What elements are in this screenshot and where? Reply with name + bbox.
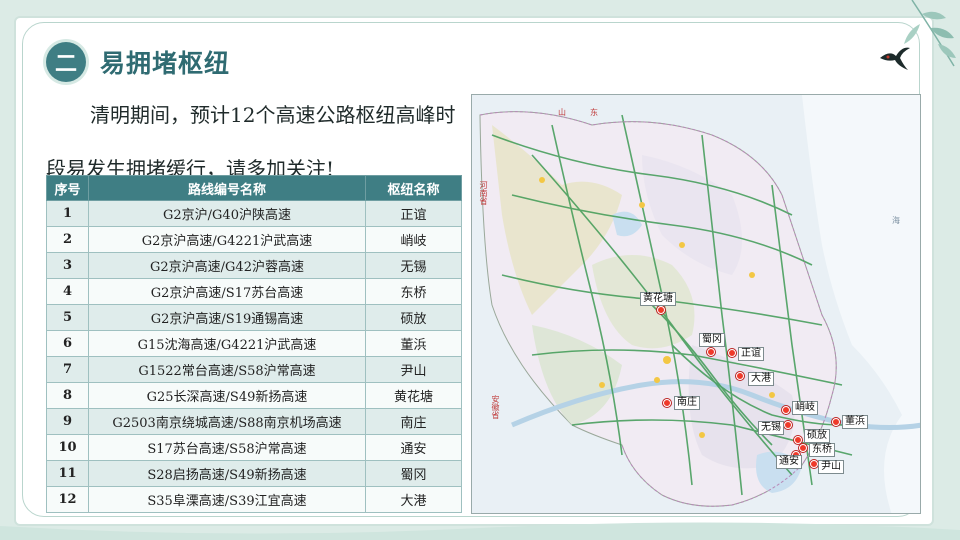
marker-wuxi[interactable] [784,421,792,429]
route-name: G25长深高速/S49新扬高速 [88,382,366,409]
hub-map: 山 东 河南省 安徽省 海 黄花塘 蜀冈 正谊 大港 南庄 峭岐 董浜 无锡 硕… [471,94,921,514]
map-label-qiaoqi: 峭岐 [792,401,818,415]
hub-name: 无锡 [365,252,462,279]
row-number: 9 [46,408,89,435]
map-caption-5: 海 [892,216,900,225]
column-header-hub: 枢纽名称 [365,175,462,201]
row-number: 7 [46,356,89,383]
table-row: 2 G2京沪高速/G4221沪武高速 峭岐 [46,226,462,253]
section-title: 二 易拥堵枢纽 [46,42,230,82]
column-header-no: 序号 [46,175,89,201]
route-name: S17苏台高速/S58沪常高速 [88,434,366,461]
table-row: 9 G2503南京绕城高速/S88南京机场高速 南庄 [46,408,462,435]
map-label-huanghuatang: 黄花塘 [640,292,676,306]
table-row: 4 G2京沪高速/S17苏台高速 东桥 [46,278,462,305]
table-header-row: 序号 路线编号名称 枢纽名称 [46,175,462,201]
map-label-nanzhuang: 南庄 [674,396,700,410]
hub-name: 蜀冈 [365,460,462,487]
route-name: G2京沪/G40沪陕高速 [88,200,366,227]
hub-name: 通安 [365,434,462,461]
map-label-shugang: 蜀冈 [699,333,725,347]
table-row: 5 G2京沪高速/S19通锡高速 硕放 [46,304,462,331]
route-name: G2京沪高速/G42沪蓉高速 [88,252,366,279]
row-number: 8 [46,382,89,409]
route-name: S35阜溧高速/S39江宜高速 [88,486,366,513]
hub-name: 峭岐 [365,226,462,253]
map-label-dongqiao: 东桥 [809,443,835,457]
map-label-shuofang: 硕放 [804,429,830,443]
marker-shuofang[interactable] [794,436,802,444]
table-row: 8 G25长深高速/S49新扬高速 黄花塘 [46,382,462,409]
table-row: 6 G15沈海高速/G4221沪武高速 董浜 [46,330,462,357]
table-row: 3 G2京沪高速/G42沪蓉高速 无锡 [46,252,462,279]
route-name: G1522常台高速/S58沪常高速 [88,356,366,383]
row-number: 1 [46,200,89,227]
table-row: 10 S17苏台高速/S58沪常高速 通安 [46,434,462,461]
route-name: G2京沪高速/S17苏台高速 [88,278,366,305]
map-caption-2: 东 [590,108,598,117]
map-label-tongan: 通安 [776,455,802,469]
hub-name: 南庄 [365,408,462,435]
section-title-text: 易拥堵枢纽 [100,49,231,78]
row-number: 11 [46,460,89,487]
hub-name: 董浜 [365,330,462,357]
marker-dagang[interactable] [736,372,744,380]
marker-nanzhuang[interactable] [663,399,671,407]
map-caption-4: 安徽省 [491,395,500,419]
map-label-dagang: 大港 [748,372,774,386]
map-caption-1: 山 [558,108,566,117]
bottom-wave-decoration [0,522,960,540]
marker-shugang[interactable] [707,348,715,356]
hub-name: 东桥 [365,278,462,305]
hub-name: 正谊 [365,200,462,227]
row-number: 12 [46,486,89,513]
swallow-icon [880,47,910,70]
hub-name: 黄花塘 [365,382,462,409]
row-number: 6 [46,330,89,357]
marker-zhengyi[interactable] [728,349,736,357]
route-name: G15沈海高速/G4221沪武高速 [88,330,366,357]
table-row: 12 S35阜溧高速/S39江宜高速 大港 [46,486,462,513]
row-number: 2 [46,226,89,253]
marker-dongqiao[interactable] [799,444,807,452]
hub-table: 序号 路线编号名称 枢纽名称 1 G2京沪/G40沪陕高速 正谊 2 G2京沪高速/G4… [46,175,462,513]
row-number: 5 [46,304,89,331]
map-label-zhengyi: 正谊 [738,347,764,361]
hub-name: 尹山 [365,356,462,383]
map-label-yinshan: 尹山 [818,460,844,474]
map-caption-3: 河南省 [479,181,488,205]
marker-huanghuatang[interactable] [657,306,665,314]
route-name: G2京沪高速/S19通锡高速 [88,304,366,331]
route-name: G2京沪高速/G4221沪武高速 [88,226,366,253]
table-row: 11 S28启扬高速/S49新扬高速 蜀冈 [46,460,462,487]
row-number: 4 [46,278,89,305]
map-base [472,95,920,513]
marker-qiaoqi[interactable] [782,406,790,414]
marker-dongbang[interactable] [832,418,840,426]
row-number: 10 [46,434,89,461]
table-row: 1 G2京沪/G40沪陕高速 正谊 [46,200,462,227]
route-name: S28启扬高速/S49新扬高速 [88,460,366,487]
marker-yinshan[interactable] [810,460,818,468]
hub-name: 硕放 [365,304,462,331]
map-label-dongbang: 董浜 [842,415,868,429]
route-name: G2503南京绕城高速/S88南京机场高速 [88,408,366,435]
section-number-badge: 二 [46,42,86,82]
hub-name: 大港 [365,486,462,513]
row-number: 3 [46,252,89,279]
column-header-route: 路线编号名称 [88,175,366,201]
table-row: 7 G1522常台高速/S58沪常高速 尹山 [46,356,462,383]
map-label-wuxi: 无锡 [758,421,784,435]
